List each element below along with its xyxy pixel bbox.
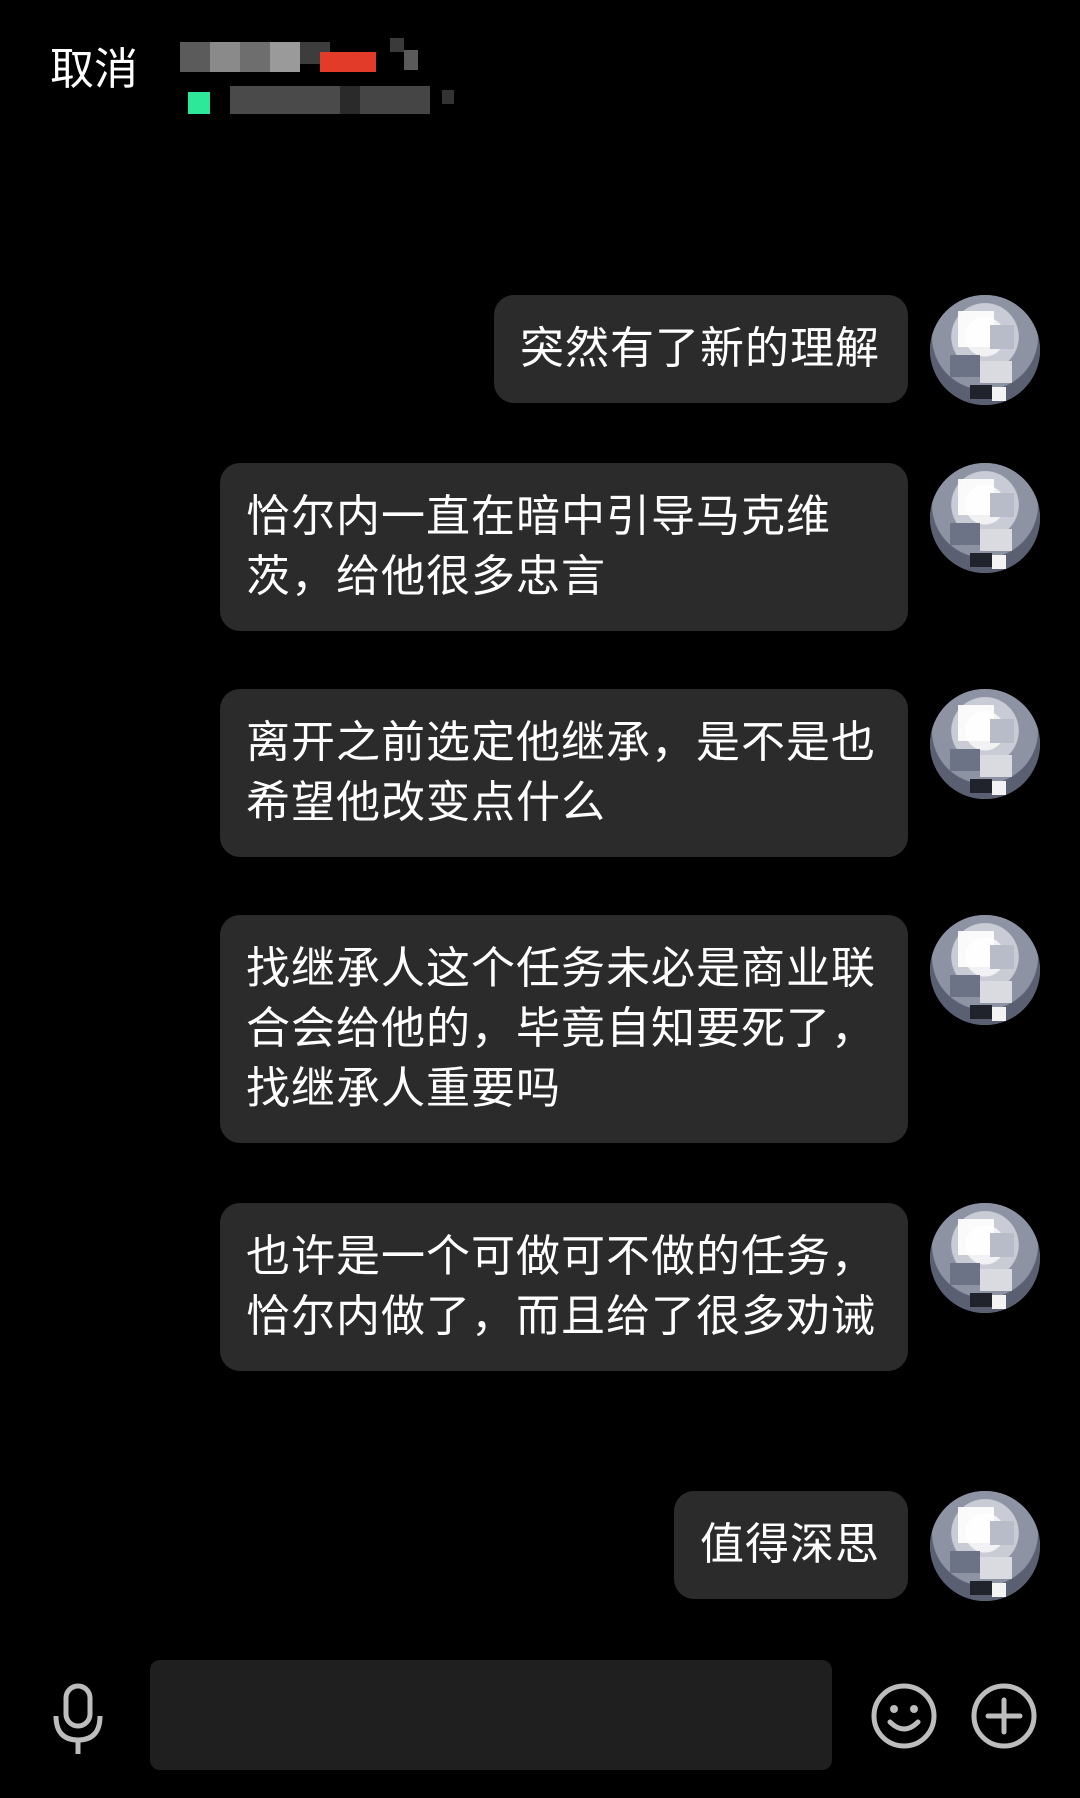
avatar[interactable]: [930, 463, 1040, 573]
avatar[interactable]: [930, 295, 1040, 405]
message-row: 离开之前选定他继承，是不是也希望他改变点什么: [220, 689, 1040, 857]
message-row: 突然有了新的理解: [494, 295, 1040, 405]
message-row: 值得深思: [674, 1491, 1040, 1601]
message-input[interactable]: [150, 1660, 832, 1770]
message-bubble[interactable]: 值得深思: [674, 1491, 908, 1599]
emoji-icon[interactable]: [870, 1682, 938, 1750]
microphone-icon[interactable]: [48, 1680, 108, 1760]
avatar[interactable]: [930, 689, 1040, 799]
message-bubble[interactable]: 找继承人这个任务未必是商业联合会给他的，毕竟自知要死了，找继承人重要吗: [220, 915, 908, 1143]
avatar[interactable]: [930, 915, 1040, 1025]
message-row: 也许是一个可做可不做的任务，恰尔内做了，而且给了很多劝诫: [220, 1203, 1040, 1371]
avatar[interactable]: [930, 1203, 1040, 1313]
message-bubble[interactable]: 也许是一个可做可不做的任务，恰尔内做了，而且给了很多劝诫: [220, 1203, 908, 1371]
message-row: 找继承人这个任务未必是商业联合会给他的，毕竟自知要死了，找继承人重要吗: [220, 915, 1040, 1143]
message-input-bar: [0, 1640, 1080, 1798]
message-bubble[interactable]: 离开之前选定他继承，是不是也希望他改变点什么: [220, 689, 908, 857]
message-bubble[interactable]: 恰尔内一直在暗中引导马克维茨，给他很多忠言: [220, 463, 908, 631]
message-list: 突然有了新的理解 恰尔内一直在暗中引导马克维茨，给他很多忠言 离开之前选定他继承…: [0, 0, 1080, 1640]
plus-icon[interactable]: [970, 1682, 1038, 1750]
avatar[interactable]: [930, 1491, 1040, 1601]
message-bubble[interactable]: 突然有了新的理解: [494, 295, 908, 403]
message-row: 恰尔内一直在暗中引导马克维茨，给他很多忠言: [220, 463, 1040, 631]
